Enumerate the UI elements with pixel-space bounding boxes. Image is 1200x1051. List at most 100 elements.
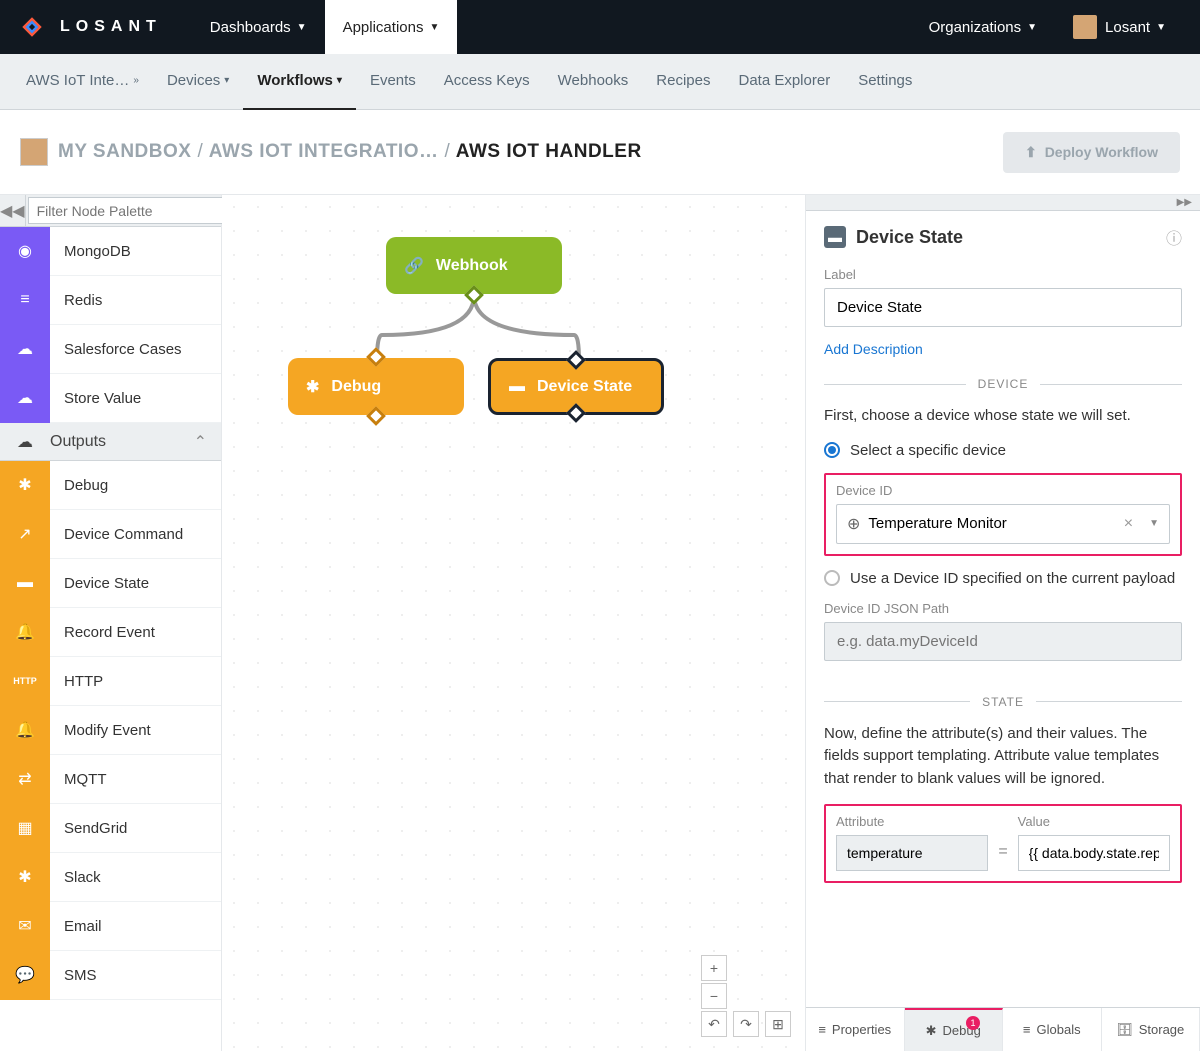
tab-globals[interactable]: ≡Globals xyxy=(1003,1008,1102,1051)
avatar xyxy=(1073,15,1097,39)
radio-payload-device[interactable]: Use a Device ID specified on the current… xyxy=(824,570,1182,587)
chevron-down-icon: ▼ xyxy=(1149,518,1159,529)
gear-icon: ⊕ xyxy=(847,514,860,534)
subnav-webhooks[interactable]: Webhooks xyxy=(544,54,643,110)
logo-icon xyxy=(16,11,48,43)
value-label: Value xyxy=(1018,814,1170,829)
palette-mqtt[interactable]: ⇄MQTT xyxy=(0,755,221,804)
panel-title: Device State xyxy=(856,227,963,248)
chevron-up-icon: ⌃ xyxy=(194,432,207,452)
subnav-recipes[interactable]: Recipes xyxy=(642,54,724,110)
output-port[interactable] xyxy=(464,285,484,305)
label-input[interactable] xyxy=(824,288,1182,327)
sub-nav: AWS IoT Inte…» Devices▾ Workflows▾ Event… xyxy=(0,54,1200,110)
nav-dashboards[interactable]: Dashboards▼ xyxy=(192,0,325,54)
redo-button[interactable]: ↷ xyxy=(733,1011,759,1037)
breadcrumb-avatar xyxy=(20,138,48,166)
palette-modify-event[interactable]: 🔔Modify Event xyxy=(0,706,221,755)
palette-sendgrid[interactable]: ▦SendGrid xyxy=(0,804,221,853)
palette-debug[interactable]: ✱Debug xyxy=(0,461,221,510)
canvas-controls: + − ↶ ↷ ⊞ xyxy=(701,955,791,1037)
list-icon: ≡ xyxy=(818,1022,826,1037)
subnav-events[interactable]: Events xyxy=(356,54,430,110)
value-input[interactable] xyxy=(1018,835,1170,871)
palette-device-state[interactable]: ▬Device State xyxy=(0,559,221,608)
node-palette: ◀◀ ◉MongoDB ≡Redis ☁Salesforce Cases ☁St… xyxy=(0,195,222,1051)
bell-icon: 🔔 xyxy=(0,706,50,755)
chat-icon: 💬 xyxy=(0,951,50,1000)
node-device-state[interactable]: ▬ Device State xyxy=(488,358,664,415)
collapse-palette-button[interactable]: ◀◀ xyxy=(0,195,26,227)
clear-icon[interactable]: × xyxy=(1124,515,1133,533)
crumb-app[interactable]: AWS IOT INTEGRATIO… xyxy=(209,141,439,163)
palette-mongodb[interactable]: ◉MongoDB xyxy=(0,227,221,276)
node-debug[interactable]: ✱ Debug xyxy=(288,358,464,415)
label-field-label: Label xyxy=(824,267,1182,282)
arrow-icon: ↗ xyxy=(0,510,50,559)
output-port[interactable] xyxy=(366,406,386,426)
subnav-data-explorer[interactable]: Data Explorer xyxy=(724,54,844,110)
json-path-label: Device ID JSON Path xyxy=(824,601,1182,616)
add-description-link[interactable]: Add Description xyxy=(824,341,1182,357)
filter-palette-input[interactable] xyxy=(28,197,227,224)
radio-icon xyxy=(824,570,840,586)
subnav-app[interactable]: AWS IoT Inte…» xyxy=(12,54,153,110)
swap-icon: ⇄ xyxy=(0,755,50,804)
subnav-devices[interactable]: Devices▾ xyxy=(153,54,243,110)
node-webhook[interactable]: 🔗 Webhook xyxy=(386,237,562,294)
palette-email[interactable]: ✉Email xyxy=(0,902,221,951)
undo-button[interactable]: ↶ xyxy=(701,1011,727,1037)
palette-redis[interactable]: ≡Redis xyxy=(0,276,221,325)
grid-button[interactable]: ⊞ xyxy=(765,1011,791,1037)
tab-properties[interactable]: ≡Properties xyxy=(806,1008,905,1051)
tab-storage[interactable]: 🗄Storage xyxy=(1102,1008,1200,1051)
nav-user-menu[interactable]: Losant▼ xyxy=(1055,0,1184,54)
device-id-label: Device ID xyxy=(836,483,1170,498)
minus-icon: ▬ xyxy=(824,226,846,248)
equals-sign: = xyxy=(998,843,1007,871)
crumb-sandbox[interactable]: MY SANDBOX xyxy=(58,141,191,163)
zoom-in-button[interactable]: + xyxy=(701,955,727,981)
deploy-button[interactable]: ⬆ Deploy Workflow xyxy=(1003,132,1180,173)
tab-debug[interactable]: ✱Debug1 xyxy=(905,1008,1004,1051)
bug-icon: ✱ xyxy=(0,461,50,510)
nav-organizations[interactable]: Organizations▼ xyxy=(911,0,1055,54)
panel-tabs: ≡Properties ✱Debug1 ≡Globals 🗄Storage xyxy=(806,1007,1200,1051)
palette-device-command[interactable]: ↗Device Command xyxy=(0,510,221,559)
palette-record-event[interactable]: 🔔Record Event xyxy=(0,608,221,657)
zoom-out-button[interactable]: − xyxy=(701,983,727,1009)
http-icon: HTTP xyxy=(0,657,50,706)
device-intro-text: First, choose a device whose state we wi… xyxy=(824,405,1182,428)
subnav-workflows[interactable]: Workflows▾ xyxy=(243,54,356,110)
expand-panel-button[interactable]: ▶▶ xyxy=(806,195,1200,211)
palette-http[interactable]: HTTPHTTP xyxy=(0,657,221,706)
cloud-up-icon: ☁ xyxy=(0,432,50,452)
workflow-canvas[interactable]: 🔗 Webhook ✱ Debug ▬ Device State + − ↶ ↷… xyxy=(222,195,805,1051)
palette-section-outputs[interactable]: ☁ Outputs ⌃ xyxy=(0,423,221,461)
output-port[interactable] xyxy=(566,403,586,423)
crumb-workflow: AWS IOT HANDLER xyxy=(456,141,642,163)
grid-icon: ▦ xyxy=(0,804,50,853)
subnav-access-keys[interactable]: Access Keys xyxy=(430,54,544,110)
input-port[interactable] xyxy=(366,347,386,367)
palette-store-value[interactable]: ☁Store Value xyxy=(0,374,221,423)
subnav-settings[interactable]: Settings xyxy=(844,54,926,110)
device-id-highlight: Device ID ⊕ Temperature Monitor × ▼ xyxy=(824,473,1182,556)
palette-salesforce[interactable]: ☁Salesforce Cases xyxy=(0,325,221,374)
device-select[interactable]: ⊕ Temperature Monitor × ▼ xyxy=(836,504,1170,544)
nav-applications[interactable]: Applications▼ xyxy=(325,0,458,54)
database-icon: 🗄 xyxy=(1116,1022,1133,1038)
palette-slack[interactable]: ✱Slack xyxy=(0,853,221,902)
bug-icon: ✱ xyxy=(306,377,319,397)
state-intro-text: Now, define the attribute(s) and their v… xyxy=(824,723,1182,791)
logo[interactable]: LOSANT xyxy=(16,11,162,43)
input-port[interactable] xyxy=(566,350,586,370)
list-icon: ≡ xyxy=(1023,1022,1031,1037)
attribute-input[interactable] xyxy=(836,835,988,871)
upload-icon: ⬆ xyxy=(1025,144,1037,161)
help-icon[interactable]: ⓘ xyxy=(1166,225,1182,249)
radio-specific-device[interactable]: Select a specific device xyxy=(824,442,1182,459)
palette-sms[interactable]: 💬SMS xyxy=(0,951,221,1000)
properties-panel: ▶▶ ▬ Device State ⓘ Label Add Descriptio… xyxy=(805,195,1200,1051)
breadcrumb-bar: MY SANDBOX / AWS IOT INTEGRATIO… / AWS I… xyxy=(0,110,1200,195)
